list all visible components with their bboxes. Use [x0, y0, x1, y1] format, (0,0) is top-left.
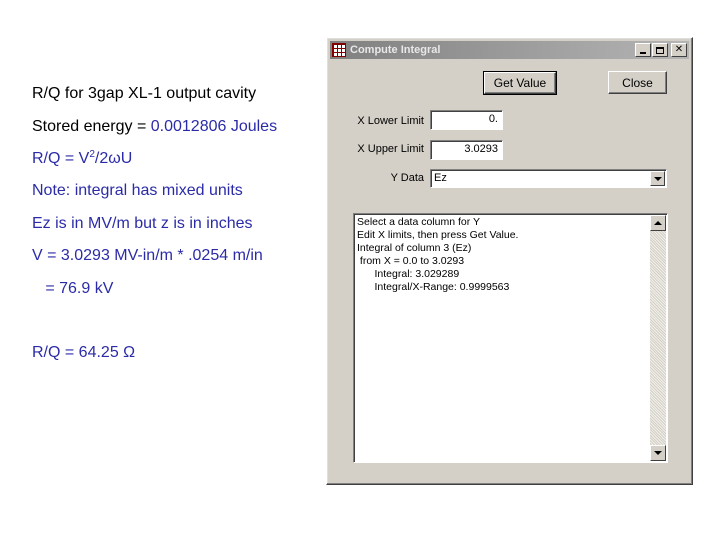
chevron-up-icon [654, 221, 662, 225]
y-data-dropdown-button[interactable] [650, 171, 665, 186]
window-titlebar[interactable]: Compute Integral ✕ [330, 41, 689, 59]
kv-line: = 76.9 kV [32, 280, 114, 297]
output-textarea[interactable]: Select a data column for Y Edit X limits… [353, 213, 668, 463]
close-button[interactable]: Close [608, 71, 667, 94]
get-value-button[interactable]: Get Value [483, 71, 557, 95]
maximize-icon [656, 46, 664, 54]
output-text: Select a data column for Y Edit X limits… [357, 216, 519, 293]
rq-formula-prefix: R/Q = V [32, 150, 90, 167]
output-scrollbar[interactable] [650, 215, 666, 461]
units-note: Note: integral has mixed units [32, 182, 243, 199]
y-data-label: Y Data [390, 172, 424, 184]
minimize-button[interactable] [635, 43, 651, 57]
slide-title: R/Q for 3gap XL-1 output cavity [32, 85, 257, 102]
scroll-up-button[interactable] [650, 215, 666, 231]
y-data-selected-value: Ez [434, 172, 447, 184]
rq-formula: R/Q = V2/2ωU [32, 150, 132, 168]
x-lower-limit-label: X Lower Limit [357, 115, 424, 127]
close-window-button[interactable]: ✕ [671, 43, 687, 57]
grid-app-icon [332, 43, 346, 57]
maximize-button[interactable] [652, 43, 668, 57]
stored-energy-value: 0.0012806 Joules [150, 118, 278, 135]
close-icon: ✕ [674, 44, 684, 55]
chevron-down-icon [653, 176, 662, 181]
voltage-line: V = 3.0293 MV-in/m * .0254 m/in [32, 247, 263, 264]
y-data-select[interactable]: Ez [430, 169, 667, 188]
compute-integral-window: Compute Integral ✕ Get Value Close X Low… [326, 37, 693, 485]
rq-result: R/Q = 64.25 Ω [32, 344, 136, 361]
chevron-down-icon [654, 451, 662, 455]
scroll-down-button[interactable] [650, 445, 666, 461]
x-lower-limit-input[interactable]: 0. [430, 110, 503, 130]
x-upper-limit-label: X Upper Limit [357, 143, 424, 155]
stored-energy-line: Stored energy = 0.0012806 Joules [32, 118, 277, 136]
window-title: Compute Integral [350, 44, 441, 56]
minimize-icon [640, 52, 646, 54]
x-upper-limit-input[interactable]: 3.0293 [430, 140, 503, 160]
units-line: Ez is in MV/m but z is in inches [32, 215, 253, 232]
rq-formula-suffix: /2ωU [94, 150, 133, 167]
stored-energy-label: Stored energy = [32, 118, 151, 135]
